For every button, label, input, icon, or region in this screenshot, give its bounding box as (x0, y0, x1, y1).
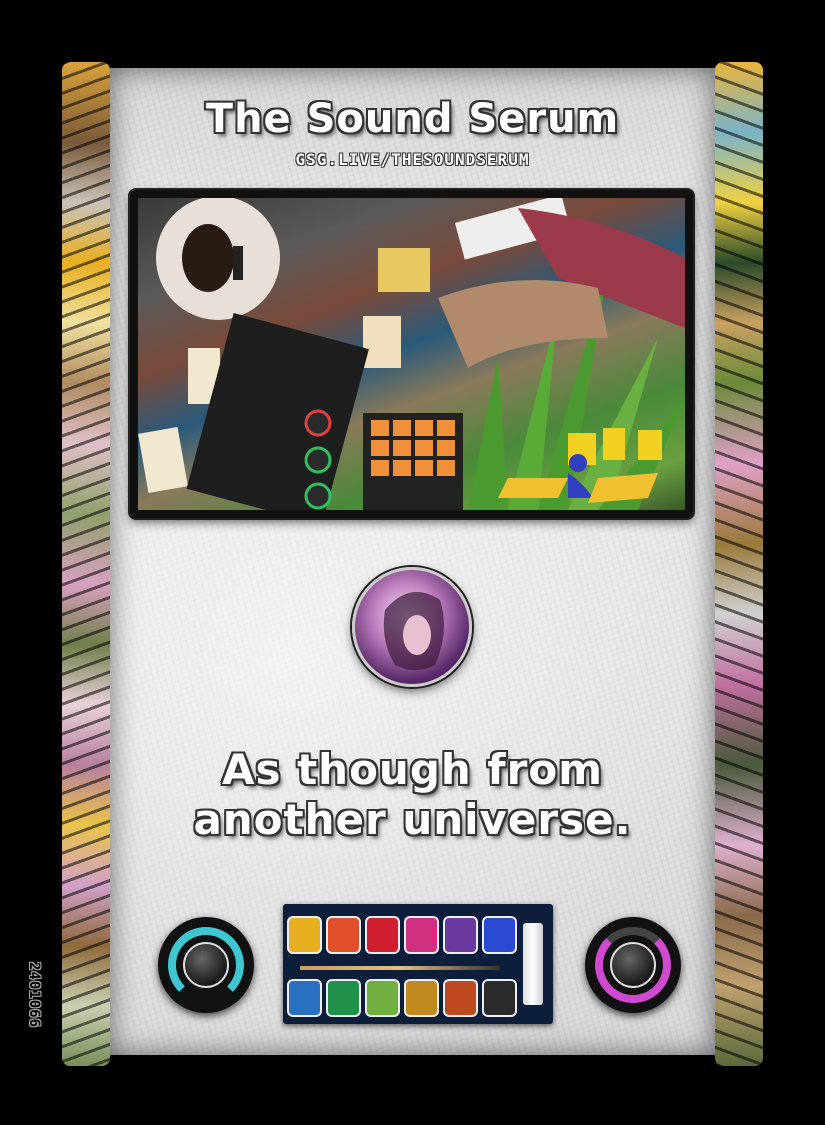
paint-well-magenta (404, 916, 439, 954)
card-url[interactable]: GSG.LIVE/THESOUNDSERUM (110, 150, 715, 169)
card-title: The Sound Serum (205, 96, 620, 142)
paint-tube-icon (523, 923, 543, 1005)
studio-photo-icon (138, 198, 685, 510)
artist-avatar-icon (352, 567, 472, 687)
paint-well-cerulean (287, 979, 322, 1017)
right-art-strip (715, 62, 763, 1066)
paint-well-black (482, 979, 517, 1017)
paint-well-ochre (404, 979, 439, 1017)
left-knob-cap (183, 942, 229, 988)
paint-well-sienna (443, 979, 478, 1017)
right-knob-cap (610, 942, 656, 988)
left-knob-icon[interactable] (158, 917, 254, 1013)
paint-well-green (326, 979, 361, 1017)
tagline-line-1: As though from (221, 745, 604, 794)
left-art-strip (62, 62, 110, 1066)
tagline-line-2: another universe. (193, 795, 632, 844)
paint-well-lime (365, 979, 400, 1017)
paint-well-red (365, 916, 400, 954)
tagline: As though from another universe. (110, 745, 715, 845)
paintbrush-icon (300, 966, 500, 970)
right-knob-icon[interactable] (585, 917, 681, 1013)
studio-photo-frame (130, 190, 693, 518)
serial-number: 2401066 (26, 962, 42, 1029)
paint-well-orange (326, 916, 361, 954)
paint-well-yellow (287, 916, 322, 954)
paint-well-purple (443, 916, 478, 954)
paint-well-blue (482, 916, 517, 954)
